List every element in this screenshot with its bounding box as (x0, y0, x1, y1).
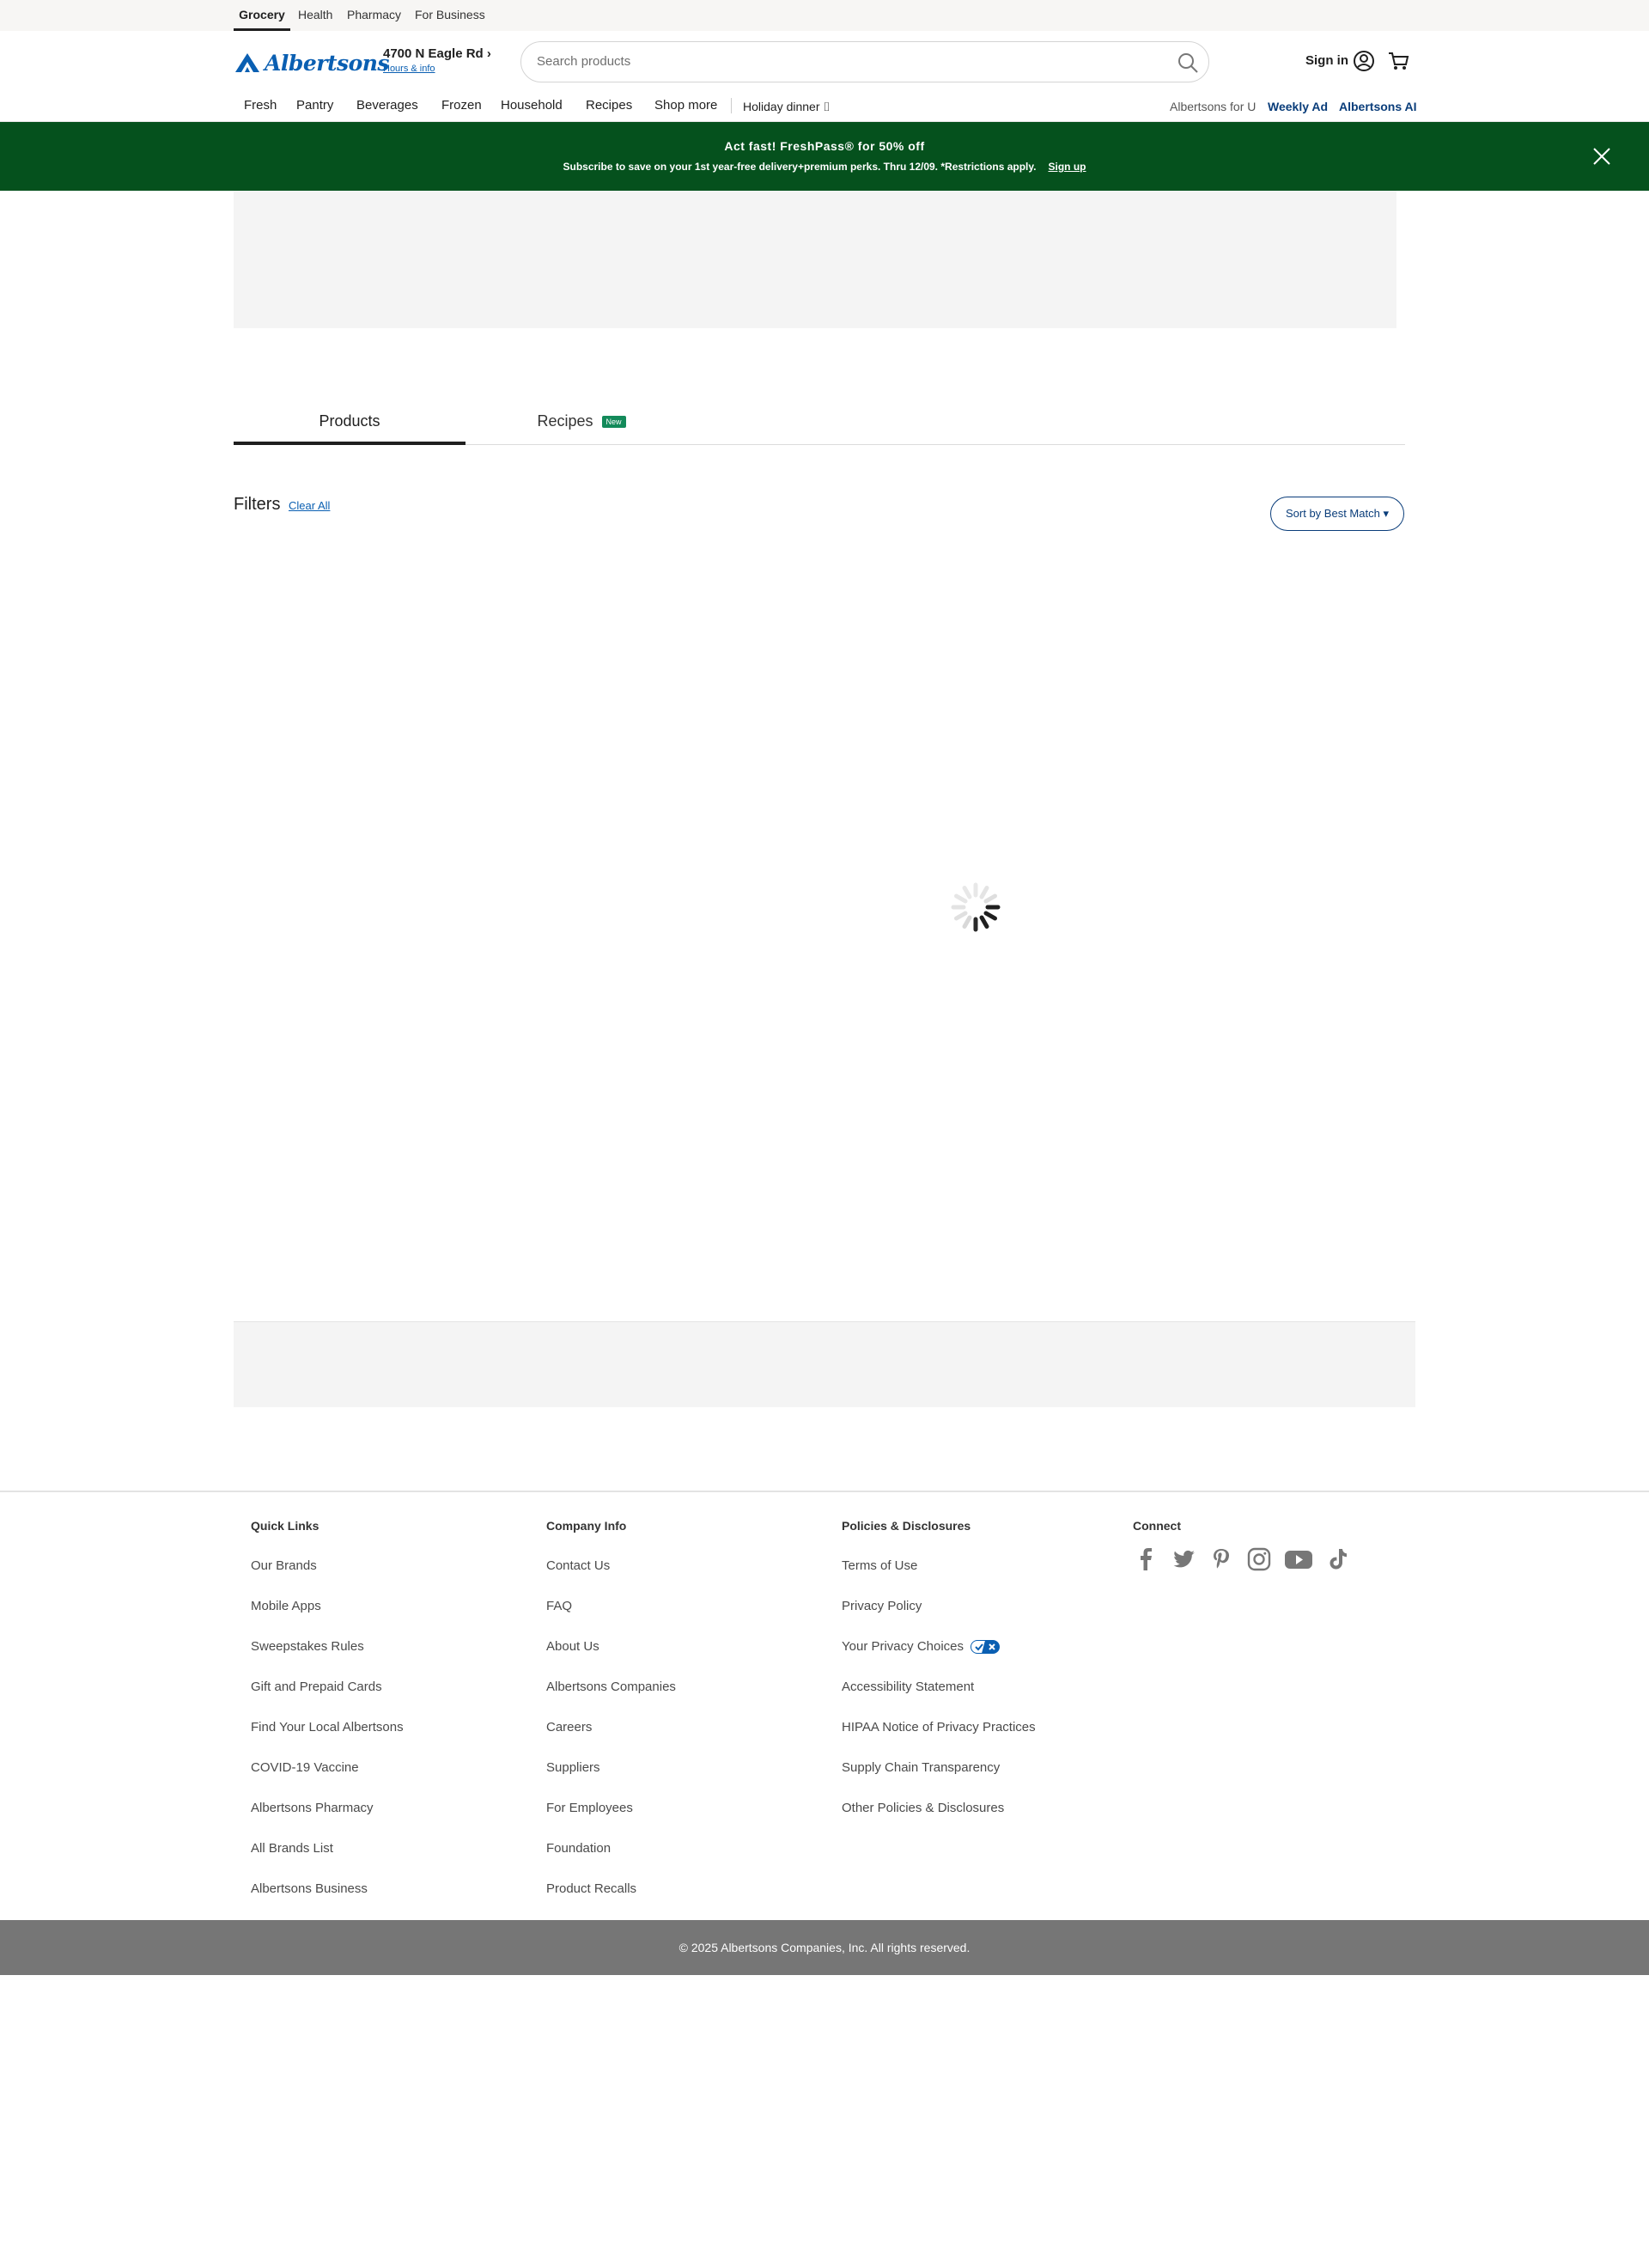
util-tab-for-business[interactable]: For Business (415, 0, 485, 31)
promo-sign-up-link[interactable]: Sign up (1049, 161, 1086, 173)
footer-link-albertsons-companies[interactable]: Albertsons Companies (546, 1680, 676, 1720)
promo-banner: Act fast! FreshPass® for 50% off Subscri… (0, 122, 1649, 191)
footer-quick-links: Quick Links Our Brands Mobile Apps Sweep… (251, 1519, 404, 1922)
footer-link-foundation[interactable]: Foundation (546, 1841, 676, 1881)
social-links (1133, 1546, 1351, 1572)
util-tab-pharmacy[interactable]: Pharmacy (347, 0, 401, 31)
footer-link-business[interactable]: Albertsons Business (251, 1881, 404, 1922)
util-tab-health[interactable]: Health (298, 0, 332, 31)
loading-spinner-icon (951, 882, 1001, 932)
footer-heading: Connect (1133, 1519, 1181, 1533)
footer-link-privacy-choices[interactable]: Your Privacy Choices (842, 1639, 1036, 1680)
footer-link-suppliers[interactable]: Suppliers (546, 1760, 676, 1801)
nav-albertsons-ai[interactable]: Albertsons AI (1339, 100, 1417, 113)
footer-link-contact-us[interactable]: Contact Us (546, 1558, 676, 1599)
hours-info-link[interactable]: Hours & info (383, 64, 435, 74)
footer-connect: Connect (1133, 1519, 1351, 1572)
nav-pantry[interactable]: Pantry (296, 98, 333, 113)
sign-in-link[interactable]: Sign in (1305, 53, 1348, 68)
footer-link-about-us[interactable]: About Us (546, 1639, 676, 1680)
footer-link-accessibility[interactable]: Accessibility Statement (842, 1680, 1036, 1720)
footer-link-covid-vaccine[interactable]: COVID-19 Vaccine (251, 1760, 404, 1801)
instagram-icon[interactable] (1246, 1546, 1272, 1572)
tab-products[interactable]: Products (234, 404, 465, 445)
nav-beverages[interactable]: Beverages (356, 98, 418, 113)
footer-link-privacy-policy[interactable]: Privacy Policy (842, 1599, 1036, 1639)
twitter-icon[interactable] (1171, 1546, 1196, 1572)
tab-recipes[interactable]: Recipes New (465, 404, 697, 445)
footer-link-all-brands[interactable]: All Brands List (251, 1841, 404, 1881)
footer-link-for-employees[interactable]: For Employees (546, 1801, 676, 1841)
cart-icon[interactable] (1387, 50, 1409, 72)
nav-divider (731, 98, 732, 113)
account-icon[interactable] (1353, 50, 1375, 72)
ad-placeholder (234, 1321, 1415, 1407)
logo-text: Albertsons (265, 50, 390, 76)
promo-title: Act fast! FreshPass® for 50% off (724, 139, 925, 153)
footer-company-info: Company Info Contact Us FAQ About Us Alb… (546, 1519, 676, 1922)
clear-all-link[interactable]: Clear All (289, 499, 330, 512)
close-icon[interactable] (1591, 146, 1612, 167)
nav-shop-more[interactable]: Shop more (654, 98, 717, 113)
new-badge: New (601, 416, 626, 429)
footer-link-terms-of-use[interactable]: Terms of Use (842, 1558, 1036, 1599)
footer-policies: Policies & Disclosures Terms of Use Priv… (842, 1519, 1036, 1841)
search-input[interactable]: Search products (520, 41, 1209, 82)
site-header: Albertsons 4700 N Eagle Rd › Hours & inf… (0, 31, 1649, 122)
caret-down-icon: ▾ (1383, 507, 1389, 520)
nav-holiday-dinner[interactable]: Holiday dinner ⌷ (743, 100, 831, 114)
search-icon[interactable] (1176, 51, 1200, 75)
nav-recipes[interactable]: Recipes (586, 98, 632, 113)
promo-subtitle: Subscribe to save on your 1st year-free … (563, 161, 1086, 173)
tiktok-icon[interactable] (1325, 1546, 1351, 1572)
nav-household[interactable]: Household (501, 98, 563, 113)
footer-link-our-brands[interactable]: Our Brands (251, 1558, 404, 1599)
copyright-bar: © 2025 Albertsons Companies, Inc. All ri… (0, 1920, 1649, 1975)
chevron-right-icon: › (486, 46, 491, 61)
nav-frozen[interactable]: Frozen (441, 98, 482, 113)
nav-albertsons-for-u[interactable]: Albertsons for U (1170, 100, 1256, 113)
footer-heading: Company Info (546, 1519, 627, 1533)
privacy-choices-icon (971, 1640, 1001, 1655)
utility-bar: Grocery Health Pharmacy For Business (0, 0, 1649, 31)
filters-heading: Filters (234, 495, 281, 514)
footer-link-sweepstakes-rules[interactable]: Sweepstakes Rules (251, 1639, 404, 1680)
footer-link-supply-chain[interactable]: Supply Chain Transparency (842, 1760, 1036, 1801)
footer-heading: Policies & Disclosures (842, 1519, 971, 1533)
footer-link-gift-cards[interactable]: Gift and Prepaid Cards (251, 1680, 404, 1720)
results-tabs: Products Recipes New (234, 404, 1405, 445)
pinterest-icon[interactable] (1208, 1546, 1234, 1572)
footer-link-careers[interactable]: Careers (546, 1720, 676, 1760)
nav-fresh[interactable]: Fresh (244, 98, 277, 113)
facebook-icon[interactable] (1133, 1546, 1159, 1572)
footer-link-find-local[interactable]: Find Your Local Albertsons (251, 1720, 404, 1760)
footer-heading: Quick Links (251, 1519, 319, 1533)
store-address[interactable]: 4700 N Eagle Rd › (383, 46, 491, 61)
footer-link-product-recalls[interactable]: Product Recalls (546, 1881, 676, 1922)
footer-link-other-policies[interactable]: Other Policies & Disclosures (842, 1801, 1036, 1841)
hero-placeholder (234, 191, 1396, 328)
footer-link-hipaa[interactable]: HIPAA Notice of Privacy Practices (842, 1720, 1036, 1760)
footer-link-faq[interactable]: FAQ (546, 1599, 676, 1639)
sort-dropdown[interactable]: Sort by Best Match ▾ (1270, 497, 1404, 531)
search-placeholder: Search products (537, 54, 631, 69)
nav-weekly-ad[interactable]: Weekly Ad (1268, 100, 1328, 113)
albertsons-logo[interactable]: Albertsons (234, 50, 390, 76)
youtube-icon[interactable] (1284, 1546, 1313, 1572)
util-tab-grocery[interactable]: Grocery (234, 0, 290, 31)
footer-link-pharmacy[interactable]: Albertsons Pharmacy (251, 1801, 404, 1841)
footer-divider (0, 1491, 1649, 1492)
logo-mark-icon (235, 53, 259, 72)
footer-link-mobile-apps[interactable]: Mobile Apps (251, 1599, 404, 1639)
